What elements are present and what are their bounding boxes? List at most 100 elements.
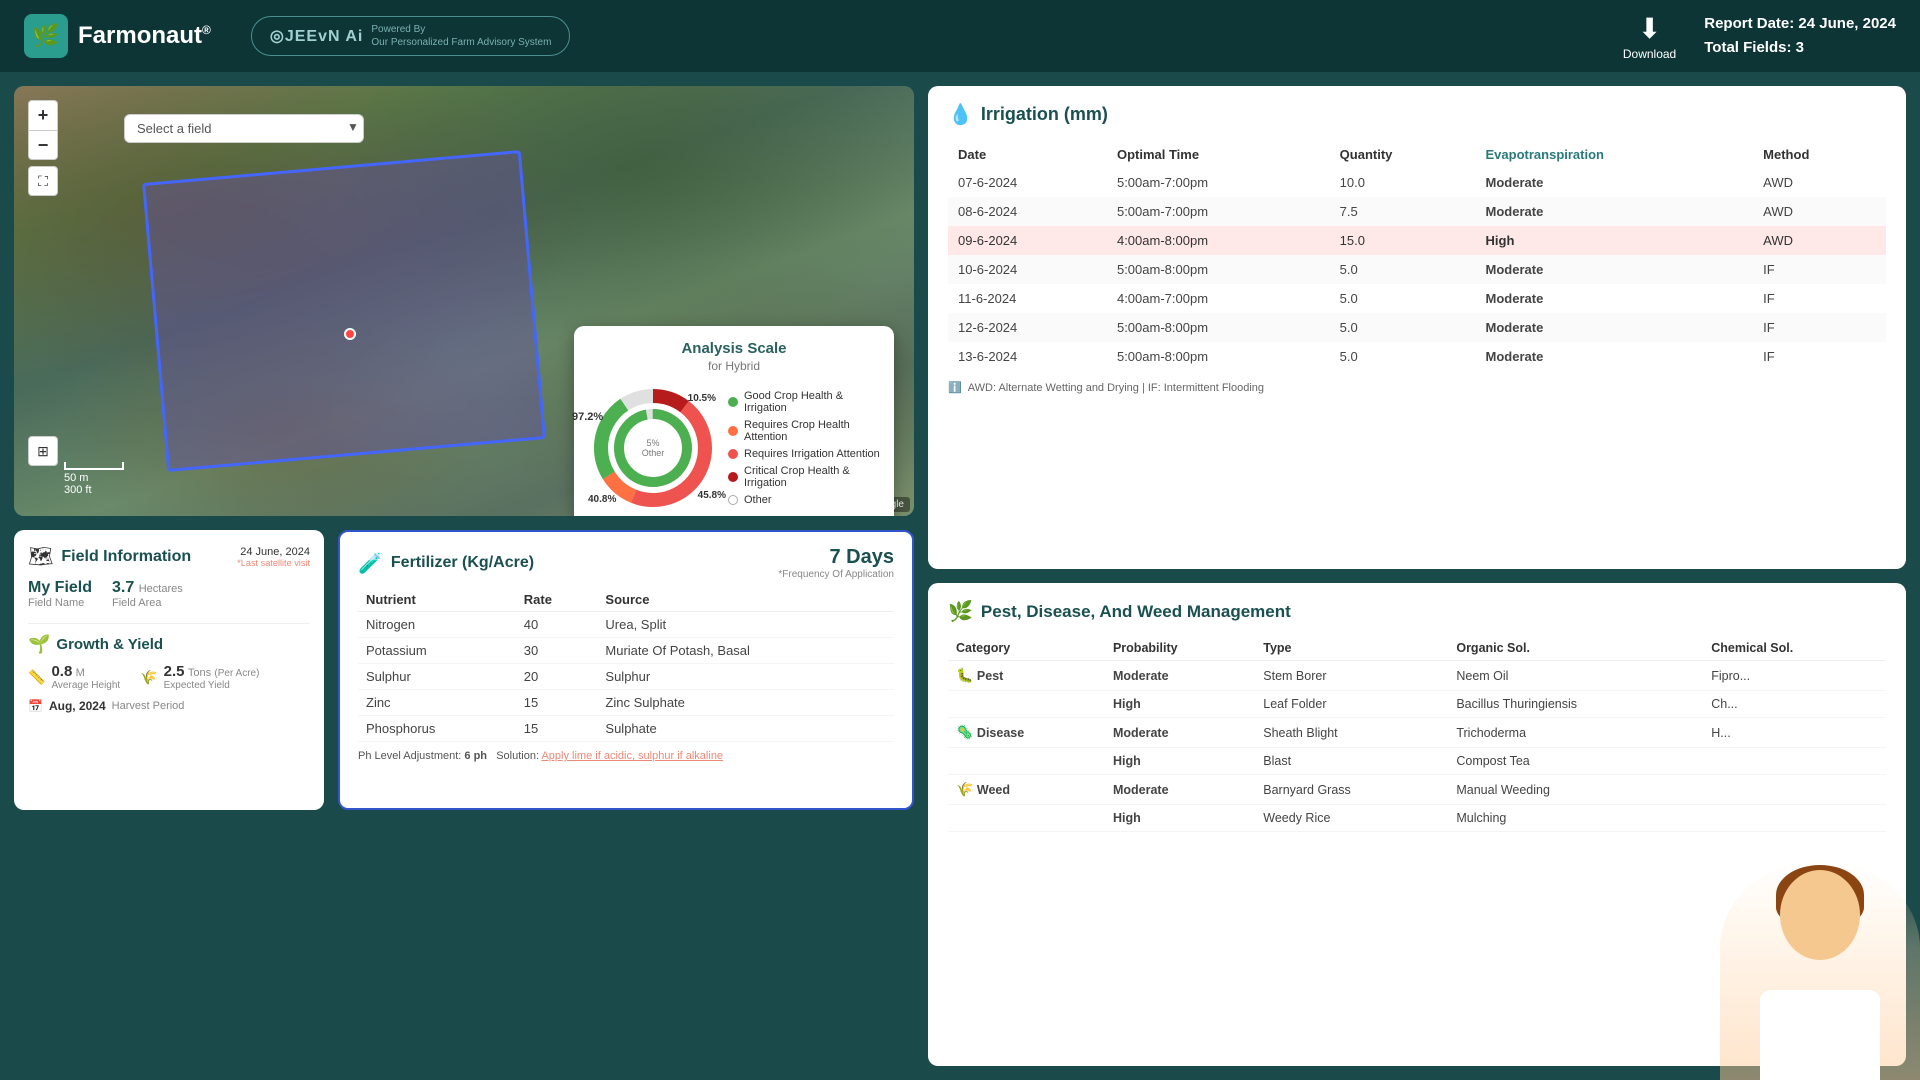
irr-qty-5: 5.0 — [1330, 313, 1476, 342]
pest-cat-3 — [948, 748, 1105, 775]
pest-row-1: High Leaf Folder Bacillus Thuringiensis … — [948, 691, 1886, 718]
field-stats: My Field Field Name 3.7 Hectares Field A… — [28, 579, 310, 609]
growth-header: 🌱 Growth & Yield — [28, 634, 310, 655]
irr-method-4: IF — [1753, 284, 1886, 313]
pest-type-0: Stem Borer — [1255, 661, 1448, 691]
irr-date-0: 07-6-2024 — [948, 168, 1107, 197]
fert-source-1: Muriate Of Potash, Basal — [597, 638, 894, 664]
irrigation-title: Irrigation (mm) — [981, 104, 1108, 125]
irrigation-icon: 💧 — [948, 102, 973, 127]
fert-col-rate: Rate — [516, 588, 598, 612]
right-column: 💧 Irrigation (mm) Date Optimal Time Quan… — [928, 86, 1906, 1066]
map-field-outline — [142, 150, 546, 472]
pest-prob-2: Moderate — [1105, 718, 1255, 748]
pest-organic-2: Trichoderma — [1448, 718, 1703, 748]
donut-labels: 97.2% 10.5% 45.8% 40.8% 5% Other — [588, 383, 718, 513]
layers-button[interactable]: ⊞ — [28, 436, 58, 466]
pest-chemical-1: Ch... — [1703, 691, 1886, 718]
zoom-in-button[interactable]: + — [28, 100, 58, 130]
irr-date-1: 08-6-2024 — [948, 197, 1107, 226]
pest-table: Category Probability Type Organic Sol. C… — [948, 636, 1886, 832]
fert-table-header: Nutrient Rate Source — [358, 588, 894, 612]
scale-bar — [64, 462, 124, 470]
pest-row-5: High Weedy Rice Mulching — [948, 805, 1886, 832]
jeevn-powered-text: Powered By Our Personalized Farm Advisor… — [371, 23, 551, 49]
field-name-stat: My Field Field Name — [28, 579, 92, 609]
irr-row-4: 11-6-2024 4:00am-7:00pm 5.0 Moderate IF — [948, 284, 1886, 313]
irr-row-2: 09-6-2024 4:00am-8:00pm 15.0 High AWD — [948, 226, 1886, 255]
irrigation-card: 💧 Irrigation (mm) Date Optimal Time Quan… — [928, 86, 1906, 569]
fert-nutrient-3: Zinc — [358, 690, 516, 716]
field-info-title: Field Information — [61, 548, 191, 566]
pest-cat-4: 🌾 Weed — [948, 775, 1105, 805]
map-zoom-controls: + − — [28, 100, 58, 160]
fert-col-nutrient: Nutrient — [358, 588, 516, 612]
irr-col-time: Optimal Time — [1107, 141, 1330, 168]
pest-organic-4: Manual Weeding — [1448, 775, 1703, 805]
legend-label-0: Good Crop Health & Irrigation — [744, 390, 880, 414]
irr-time-5: 5:00am-8:00pm — [1107, 313, 1330, 342]
irr-method-5: IF — [1753, 313, 1886, 342]
fert-source-3: Zinc Sulphate — [597, 690, 894, 716]
pest-type-1: Leaf Folder — [1255, 691, 1448, 718]
pest-col-organic: Organic Sol. — [1448, 636, 1703, 661]
irr-time-4: 4:00am-7:00pm — [1107, 284, 1330, 313]
field-info-card: 🗺 Field Information 24 June, 2024 *Last … — [14, 530, 324, 810]
map-background: + − ⛶ ⊞ Select a field ▼ 50 m 300 ft — [14, 86, 914, 516]
legend-item-0: Good Crop Health & Irrigation — [728, 390, 880, 414]
pest-type-3: Blast — [1255, 748, 1448, 775]
donut-pct-irr: 45.8% — [698, 490, 726, 501]
field-info-icon: 🗺 — [28, 544, 53, 569]
growth-title: Growth & Yield — [56, 636, 163, 653]
fert-row-0: Nitrogen 40 Urea, Split — [358, 612, 894, 638]
field-info-header: 🗺 Field Information 24 June, 2024 *Last … — [28, 544, 310, 569]
analysis-scale-popup: Analysis Scale for Hybrid — [574, 326, 894, 516]
legend-item-4: Other — [728, 494, 880, 506]
pest-card: 🌿 Pest, Disease, And Weed Management Cat… — [928, 583, 1906, 1066]
irr-time-3: 5:00am-8:00pm — [1107, 255, 1330, 284]
analysis-scale-subtitle: for Hybrid — [588, 359, 880, 373]
pest-organic-5: Mulching — [1448, 805, 1703, 832]
pest-prob-3: High — [1105, 748, 1255, 775]
field-select-dropdown[interactable]: Select a field — [124, 114, 364, 143]
irr-method-3: IF — [1753, 255, 1886, 284]
farmonaut-logo-text: Farmonaut® — [78, 22, 211, 50]
irr-time-2: 4:00am-8:00pm — [1107, 226, 1330, 255]
irr-row-5: 12-6-2024 5:00am-8:00pm 5.0 Moderate IF — [948, 313, 1886, 342]
map-container[interactable]: + − ⛶ ⊞ Select a field ▼ 50 m 300 ft — [14, 86, 914, 516]
solution-link[interactable]: Apply lime if acidic, sulphur if alkalin… — [541, 750, 723, 762]
pest-type-5: Weedy Rice — [1255, 805, 1448, 832]
pest-cat-5 — [948, 805, 1105, 832]
pest-row-2: 🦠 Disease Moderate Sheath Blight Trichod… — [948, 718, 1886, 748]
fert-source-0: Urea, Split — [597, 612, 894, 638]
irr-col-date: Date — [948, 141, 1107, 168]
irr-col-evap: Evapotranspiration — [1476, 141, 1754, 168]
irr-date-6: 13-6-2024 — [948, 342, 1107, 371]
yield-stat: 🌾 2.5 Tons (Per Acre) Expected Yield — [140, 663, 259, 691]
irr-col-qty: Quantity — [1330, 141, 1476, 168]
download-icon: ⬇ — [1638, 12, 1661, 45]
irr-qty-4: 5.0 — [1330, 284, 1476, 313]
zoom-out-button[interactable]: − — [28, 130, 58, 160]
analysis-scale-body: 97.2% 10.5% 45.8% 40.8% 5% Other — [588, 383, 880, 513]
fert-rate-1: 30 — [516, 638, 598, 664]
fert-source-2: Sulphur — [597, 664, 894, 690]
fert-row-1: Potassium 30 Muriate Of Potash, Basal — [358, 638, 894, 664]
irr-method-1: AWD — [1753, 197, 1886, 226]
download-button[interactable]: ⬇ Download — [1623, 12, 1676, 61]
pest-cat-1 — [948, 691, 1105, 718]
fertilizer-icon: 🧪 — [358, 551, 383, 576]
pest-type-2: Sheath Blight — [1255, 718, 1448, 748]
analysis-scale-title: Analysis Scale — [588, 340, 880, 357]
fert-rate-4: 15 — [516, 716, 598, 742]
harvest-row: 📅 Aug, 2024 Harvest Period — [28, 699, 310, 713]
pest-col-category: Category — [948, 636, 1105, 661]
legend-item-1: Requires Crop Health Attention — [728, 419, 880, 443]
irr-qty-3: 5.0 — [1330, 255, 1476, 284]
header-right: ⬇ Download Report Date: 24 June, 2024 To… — [1623, 12, 1896, 61]
irr-qty-0: 10.0 — [1330, 168, 1476, 197]
jeevn-badge: ◎JEEvN Ai Powered By Our Personalized Fa… — [251, 16, 571, 56]
pest-prob-5: High — [1105, 805, 1255, 832]
fullscreen-button[interactable]: ⛶ — [28, 166, 58, 196]
pest-col-chemical: Chemical Sol. — [1703, 636, 1886, 661]
